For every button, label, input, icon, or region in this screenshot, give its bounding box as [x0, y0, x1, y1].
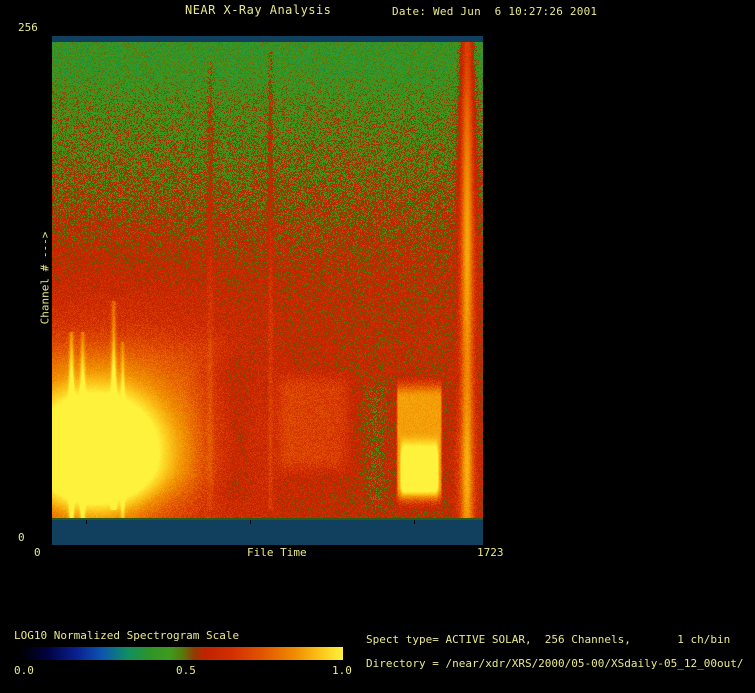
page-title: NEAR X-Ray Analysis — [185, 4, 331, 17]
spectrogram-canvas — [52, 36, 483, 545]
y-axis-max-label: 256 — [18, 21, 38, 34]
x-axis-min-label: 0 — [34, 546, 41, 559]
x-axis-max-label: 1723 — [477, 546, 504, 559]
colorbar-tick-1: 1.0 — [332, 664, 352, 677]
date-label: Date: Wed Jun 6 10:27:26 2001 — [392, 5, 597, 18]
colorbar-tick-05: 0.5 — [176, 664, 196, 677]
plot-window: NEAR X-Ray Analysis Date: Wed Jun 6 10:2… — [0, 0, 755, 693]
directory-line: Directory = /near/xdr/XRS/2000/05-00/XSd… — [366, 657, 744, 670]
colorbar-gradient — [22, 647, 343, 660]
spect-type-line: Spect type= ACTIVE SOLAR, 256 Channels, … — [366, 633, 730, 646]
y-axis-title: Channel # ---> — [39, 232, 52, 325]
colorbar-title: LOG10 Normalized Spectrogram Scale — [14, 629, 239, 642]
x-axis-title: File Time — [247, 546, 307, 559]
y-axis-min-label: 0 — [18, 531, 25, 544]
colorbar-tick-0: 0.0 — [14, 664, 34, 677]
